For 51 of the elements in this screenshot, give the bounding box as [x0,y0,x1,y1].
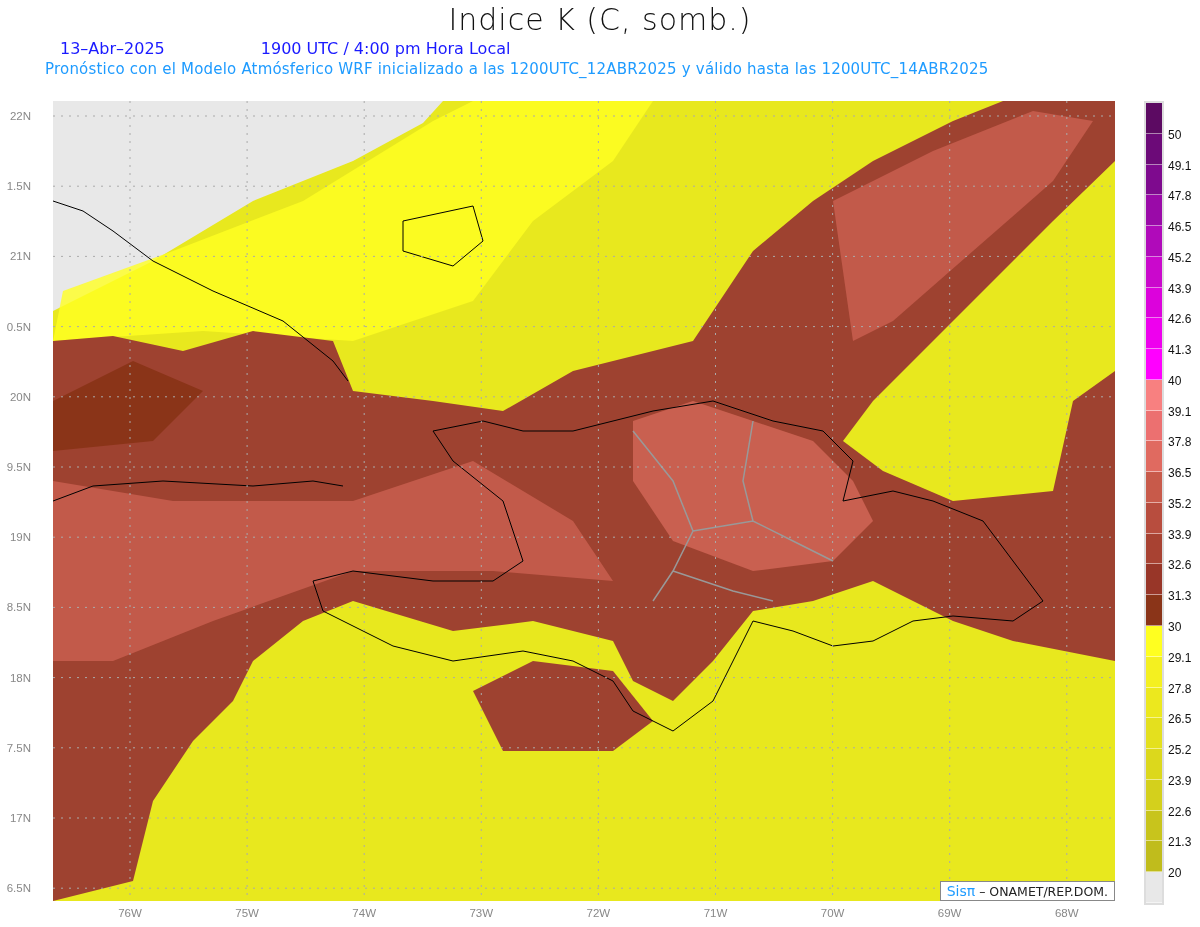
legend-value: 50 [1168,127,1182,142]
legend-value: 45.2 [1168,250,1192,265]
longitude-label: 74W [351,907,377,919]
legend-value: 46.5 [1168,220,1192,235]
forecast-date: 13–Abr–2025 [60,39,165,58]
latitude-label: 7.5N [6,740,32,755]
legend-value: 41.3 [1168,343,1192,358]
legend-value: 25.2 [1168,743,1192,758]
legend-value: 42.6 [1168,312,1192,327]
longitude-label: 75W [234,907,260,919]
legend-value: 36.5 [1168,466,1192,481]
legend-value: 47.8 [1168,189,1192,204]
latitude-label: 21N [9,249,32,264]
legend-value: 40 [1168,373,1182,388]
longitude-label: 73W [468,907,495,919]
legend-value: 37.8 [1168,435,1192,450]
latitude-label: 6.5N [6,881,32,896]
latitude-label: 17N [9,810,32,825]
latitude-label: 0.5N [6,319,32,334]
latitude-label: 19N [9,530,32,545]
legend-value: 33.9 [1168,527,1192,542]
longitude-label: 68W [1053,907,1080,919]
legend-value: 29.1 [1168,650,1192,665]
legend-value: 22.6 [1168,804,1192,819]
credit-label: Sisπ – ONAMET/REP.DOM. [939,881,1115,901]
legend-value: 39.1 [1168,404,1192,419]
forecast-subtitle: Pronóstico con el Modelo Atmósferico WRF inicializado a las 1200UTC_12ABR2025 y válido hasta las 1200UTC_14ABR2025 [44,60,990,78]
longitude-label: 70W [819,907,846,919]
map-title: Indice K (C, somb.) [447,1,753,37]
legend-value: 23.9 [1168,773,1192,788]
longitude-label: 71W [702,907,729,919]
legend-value: 21.3 [1168,835,1192,850]
longitude-label: 69W [936,907,963,919]
latitude-label: 22N [9,109,32,123]
legend-value: 32.6 [1168,558,1192,573]
latitude-label: 1.5N [6,179,32,194]
legend-value: 26.5 [1168,712,1192,727]
latitude-label: 9.5N [6,459,32,474]
legend-value: 31.3 [1168,589,1192,604]
latitude-label: 18N [9,670,32,685]
legend-value: 35.2 [1168,496,1192,511]
legend-value: 20 [1168,866,1182,881]
longitude-label: 72W [585,907,612,919]
longitude-label: 76W [117,907,143,919]
legend-value: 30 [1168,620,1182,634]
legend-value: 49.1 [1168,158,1192,173]
legend-value: 27.8 [1168,681,1192,696]
latitude-label: 20N [9,389,32,404]
latitude-label: 8.5N [6,600,32,615]
legend-value: 43.9 [1168,281,1192,296]
forecast-time: 1900 UTC / 4:00 pm Hora Local [260,39,511,58]
